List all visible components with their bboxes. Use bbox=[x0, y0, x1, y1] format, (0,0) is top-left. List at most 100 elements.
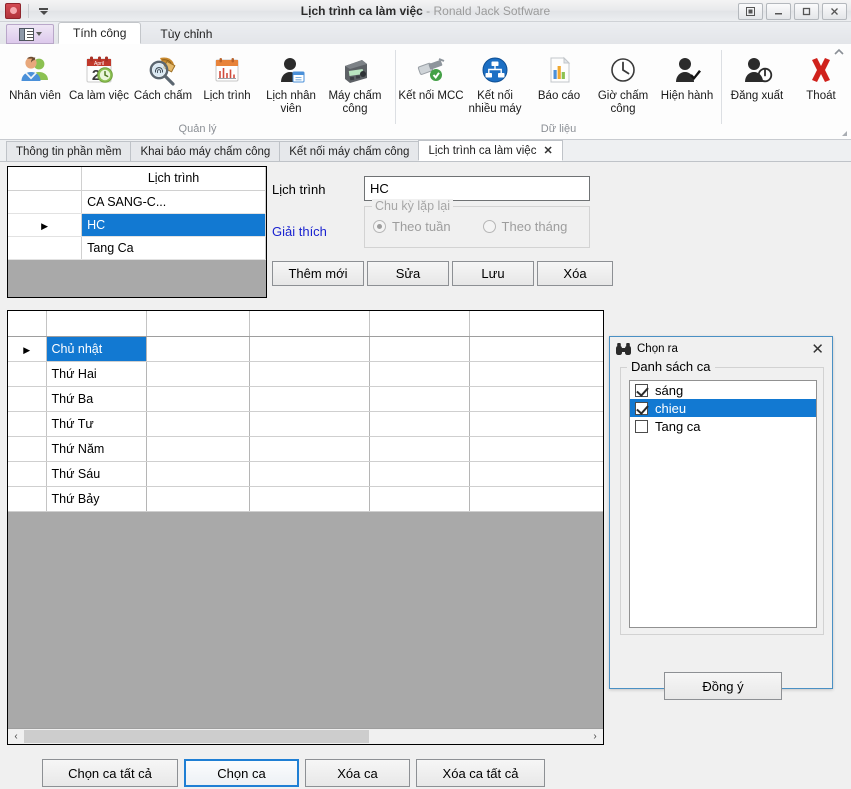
row-selector-cell[interactable] bbox=[8, 190, 82, 213]
cell-day-name[interactable]: Thứ Năm bbox=[46, 436, 146, 461]
cell-shift-1[interactable] bbox=[146, 336, 249, 361]
cell-day-name[interactable]: Thứ Ba bbox=[46, 386, 146, 411]
cell-shift-3[interactable] bbox=[369, 336, 469, 361]
list-item[interactable]: sáng bbox=[630, 381, 816, 399]
restore-down-button[interactable] bbox=[738, 3, 763, 20]
select-all-shifts-button[interactable]: Chọn ca tất cả bbox=[42, 759, 178, 787]
cell-shift-1[interactable] bbox=[146, 361, 249, 386]
cell-shift-3[interactable] bbox=[369, 386, 469, 411]
edit-button[interactable]: Sửa bbox=[367, 261, 449, 286]
table-row[interactable]: ▶ HC bbox=[8, 213, 266, 236]
delete-all-shifts-button[interactable]: Xóa ca tất cả bbox=[416, 759, 545, 787]
quick-access-dropdown-icon[interactable] bbox=[37, 4, 50, 17]
horizontal-scrollbar[interactable]: ‹ › bbox=[8, 728, 603, 744]
cell-shift-4[interactable] bbox=[469, 436, 603, 461]
dialog-close-icon[interactable]: ✕ bbox=[808, 342, 827, 357]
ribbon-button-thoat[interactable]: Thoát bbox=[789, 49, 851, 104]
row-selector-cell[interactable] bbox=[8, 386, 46, 411]
row-selector-cell[interactable] bbox=[8, 486, 46, 511]
ribbon-button-hien-hanh[interactable]: Hiện hành bbox=[655, 49, 719, 104]
row-selector-cell[interactable] bbox=[8, 461, 46, 486]
cell-shift-3[interactable] bbox=[369, 486, 469, 511]
row-selector-cell[interactable]: ▶ bbox=[8, 213, 82, 236]
column-header-shift-4[interactable] bbox=[469, 311, 603, 336]
ribbon-button-ket-noi-mcc[interactable]: Kết nối MCC bbox=[399, 49, 463, 104]
cell-shift-1[interactable] bbox=[146, 436, 249, 461]
cell-shift-3[interactable] bbox=[369, 411, 469, 436]
list-item[interactable]: chieu bbox=[630, 399, 816, 417]
cell-shift-2[interactable] bbox=[249, 461, 369, 486]
ribbon-button-nhan-vien[interactable]: Nhân viên bbox=[3, 49, 67, 104]
group-dialog-launcher-icon[interactable] bbox=[837, 131, 847, 136]
ribbon-button-lich-nhan-vien[interactable]: Lịch nhân viên bbox=[259, 49, 323, 117]
table-row[interactable]: Tang Ca bbox=[8, 236, 266, 259]
table-row[interactable]: Thứ Hai bbox=[8, 361, 603, 386]
tab-khai-bao-may-cham-cong[interactable]: Khai báo máy chấm công bbox=[130, 141, 280, 161]
checkbox-icon[interactable] bbox=[635, 402, 648, 415]
cell-schedule-name[interactable]: Tang Ca bbox=[82, 236, 266, 259]
ribbon-button-bao-cao[interactable]: Báo cáo bbox=[527, 49, 591, 104]
ribbon-button-dang-xuat[interactable]: Đăng xuất bbox=[725, 49, 789, 104]
list-item[interactable]: Tang ca bbox=[630, 417, 816, 435]
column-header-day[interactable] bbox=[46, 311, 146, 336]
save-button[interactable]: Lưu bbox=[452, 261, 534, 286]
cell-shift-3[interactable] bbox=[369, 361, 469, 386]
cell-day-name[interactable]: Thứ Sáu bbox=[46, 461, 146, 486]
table-row[interactable]: Thứ Năm bbox=[8, 436, 603, 461]
cell-schedule-name[interactable]: HC bbox=[82, 213, 266, 236]
close-button[interactable] bbox=[822, 3, 847, 20]
cell-shift-2[interactable] bbox=[249, 436, 369, 461]
row-selector-cell[interactable] bbox=[8, 436, 46, 461]
cell-shift-3[interactable] bbox=[369, 436, 469, 461]
cell-day-name[interactable]: Thứ Hai bbox=[46, 361, 146, 386]
row-selector-cell[interactable]: ▶ bbox=[8, 336, 46, 361]
column-header-shift-3[interactable] bbox=[369, 311, 469, 336]
ribbon-button-ca-lam-viec[interactable]: April 2 Ca làm việc bbox=[67, 49, 131, 104]
delete-shift-button[interactable]: Xóa ca bbox=[305, 759, 410, 787]
tab-lich-trinh-ca-lam-viec[interactable]: Lịch trình ca làm việc ✕ bbox=[418, 140, 562, 161]
checkbox-icon[interactable] bbox=[635, 420, 648, 433]
cell-shift-2[interactable] bbox=[249, 411, 369, 436]
cell-day-name[interactable]: Thứ Bảy bbox=[46, 486, 146, 511]
cell-shift-4[interactable] bbox=[469, 411, 603, 436]
radio-theo-tuan[interactable]: Theo tuần bbox=[373, 219, 451, 234]
ribbon-button-gio-cham-cong[interactable]: Giờ chấm công bbox=[591, 49, 655, 117]
ribbon-button-lich-trinh[interactable]: Lịch trình bbox=[195, 49, 259, 104]
table-row[interactable]: ▶ Chủ nhật bbox=[8, 336, 603, 361]
ribbon-button-ket-noi-nhieu-may[interactable]: Kết nối nhiều máy bbox=[463, 49, 527, 117]
radio-theo-thang[interactable]: Theo tháng bbox=[483, 219, 568, 234]
application-menu-button[interactable] bbox=[6, 24, 54, 44]
cell-shift-4[interactable] bbox=[469, 461, 603, 486]
tab-ket-noi-may-cham-cong[interactable]: Kết nối máy chấm công bbox=[279, 141, 419, 161]
row-selector-cell[interactable] bbox=[8, 236, 82, 259]
tab-thong-tin-phan-mem[interactable]: Thông tin phần mềm bbox=[6, 141, 131, 161]
column-header-shift-1[interactable] bbox=[146, 311, 249, 336]
row-selector-cell[interactable] bbox=[8, 411, 46, 436]
scrollbar-track[interactable] bbox=[24, 729, 587, 744]
scrollbar-thumb[interactable] bbox=[24, 730, 369, 743]
ribbon-button-cach-cham[interactable]: Cách chấm bbox=[131, 49, 195, 104]
cell-shift-2[interactable] bbox=[249, 361, 369, 386]
cell-shift-2[interactable] bbox=[249, 486, 369, 511]
scroll-right-icon[interactable]: › bbox=[587, 729, 603, 744]
select-shift-button[interactable]: Chọn ca bbox=[184, 759, 299, 787]
cell-day-name[interactable]: Thứ Tư bbox=[46, 411, 146, 436]
cell-shift-4[interactable] bbox=[469, 336, 603, 361]
cell-shift-1[interactable] bbox=[146, 486, 249, 511]
cell-schedule-name[interactable]: CA SANG-C... bbox=[82, 190, 266, 213]
cell-shift-1[interactable] bbox=[146, 411, 249, 436]
table-row[interactable]: CA SANG-C... bbox=[8, 190, 266, 213]
ribbon-tab-tinh-cong[interactable]: Tính công bbox=[58, 22, 141, 44]
table-row[interactable]: Thứ Tư bbox=[8, 411, 603, 436]
cell-shift-2[interactable] bbox=[249, 336, 369, 361]
add-new-button[interactable]: Thêm mới bbox=[272, 261, 364, 286]
shift-checkbox-list[interactable]: sáng chieu Tang ca bbox=[629, 380, 817, 628]
maximize-button[interactable] bbox=[794, 3, 819, 20]
cell-shift-1[interactable] bbox=[146, 386, 249, 411]
cell-shift-2[interactable] bbox=[249, 386, 369, 411]
cell-shift-1[interactable] bbox=[146, 461, 249, 486]
schedule-name-input[interactable] bbox=[364, 176, 590, 201]
column-header-shift-2[interactable] bbox=[249, 311, 369, 336]
table-row[interactable]: Thứ Bảy bbox=[8, 486, 603, 511]
days-schedule-grid[interactable]: ▶ Chủ nhật Thứ Hai Thứ B bbox=[7, 310, 604, 745]
